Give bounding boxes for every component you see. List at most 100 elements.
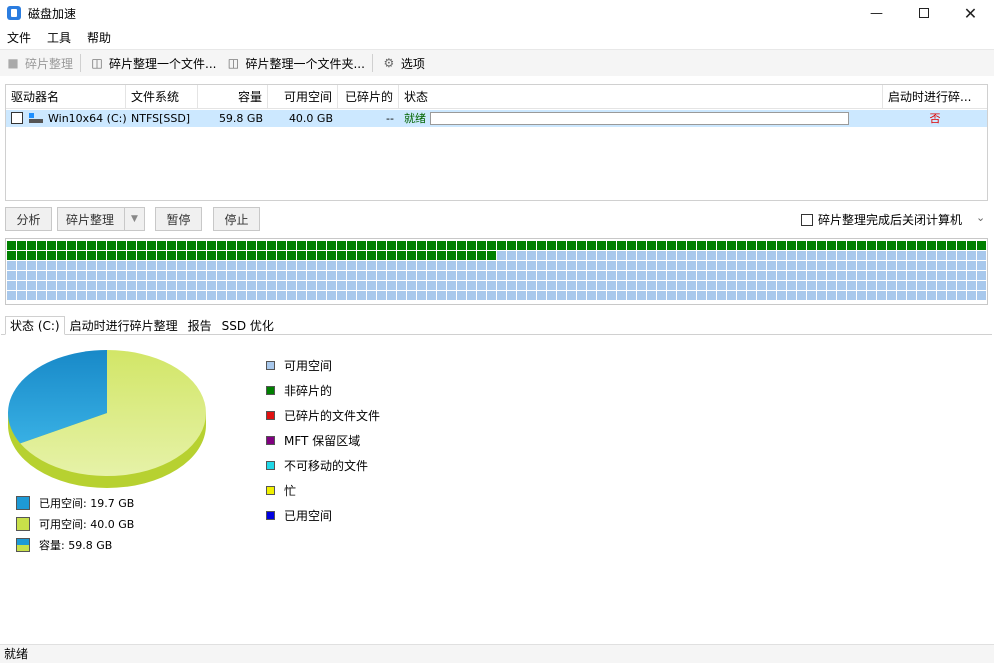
cluster-cell (387, 281, 396, 290)
tab-ssd-optimize[interactable]: SSD 优化 (217, 316, 279, 335)
cluster-cell (667, 261, 676, 270)
cluster-cell (227, 271, 236, 280)
cluster-cell (447, 241, 456, 250)
cluster-cell (917, 291, 926, 300)
toolbar-defrag-button[interactable]: ■ 碎片整理 (2, 52, 77, 74)
cluster-cell (847, 251, 856, 260)
cluster-cell (277, 271, 286, 280)
col-fragmented[interactable]: 已碎片的 (338, 85, 399, 109)
cluster-cell (477, 291, 486, 300)
shutdown-checkbox[interactable] (801, 213, 813, 226)
col-capacity[interactable]: 容量 (198, 85, 268, 109)
cluster-cell (407, 281, 416, 290)
legend-swatch (266, 486, 275, 495)
menu-file[interactable]: 文件 (0, 29, 38, 46)
cluster-cell (337, 271, 346, 280)
cluster-cell (447, 271, 456, 280)
cluster-cell (197, 271, 206, 280)
shutdown-label: 碎片整理完成后关闭计算机 (818, 213, 963, 227)
drive-checkbox[interactable] (11, 112, 23, 124)
minimize-button[interactable]: — (853, 0, 900, 26)
cluster-cell (377, 291, 386, 300)
cluster-cell (477, 271, 486, 280)
cluster-cell (317, 261, 326, 270)
cluster-cell (57, 271, 66, 280)
tab-report[interactable]: 报告 (183, 316, 217, 335)
cluster-cell (737, 251, 746, 260)
cluster-cell (877, 251, 886, 260)
legend-used-swatch (16, 495, 30, 510)
cluster-cell (647, 261, 656, 270)
cluster-cell (937, 251, 946, 260)
analyze-button[interactable]: 分析 (5, 207, 52, 231)
cluster-cell (657, 241, 666, 250)
col-status[interactable]: 状态 (399, 85, 883, 109)
col-boot-defrag[interactable]: 启动时进行碎... (883, 85, 987, 109)
toolbar-defrag-folder-button[interactable]: ◫ 碎片整理一个文件夹... (222, 52, 368, 74)
cluster-cell (87, 291, 96, 300)
defrag-split-button[interactable]: 碎片整理 ▼ (57, 207, 145, 231)
cluster-cell (187, 271, 196, 280)
cluster-cell (77, 251, 86, 260)
cluster-cell (157, 241, 166, 250)
cluster-cell (807, 241, 816, 250)
cluster-cell (357, 251, 366, 260)
stop-button[interactable]: 停止 (213, 207, 260, 231)
shutdown-option[interactable]: 碎片整理完成后关闭计算机 (801, 211, 962, 228)
tab-status[interactable]: 状态 (C:) (5, 316, 65, 335)
toolbar-separator (80, 54, 82, 72)
cluster-cell (787, 271, 796, 280)
cluster-cell (37, 251, 46, 260)
cluster-cell (247, 251, 256, 260)
cluster-cell (777, 281, 786, 290)
cluster-map (5, 238, 988, 305)
cluster-cell (337, 251, 346, 260)
menu-help[interactable]: 帮助 (80, 29, 118, 46)
cluster-cell (967, 291, 976, 300)
cluster-cell (287, 241, 296, 250)
cluster-cell (297, 241, 306, 250)
close-button[interactable]: ✕ (947, 0, 994, 26)
cluster-cell (867, 261, 876, 270)
toolbar-options-button[interactable]: ⚙ 选项 (378, 52, 429, 74)
cluster-cell (797, 271, 806, 280)
cluster-cell (507, 271, 516, 280)
menu-tools[interactable]: 工具 (40, 29, 78, 46)
cluster-cell (7, 291, 16, 300)
cluster-cell (177, 251, 186, 260)
status-bar-text: 就绪 (4, 647, 29, 661)
cluster-cell (287, 261, 296, 270)
cluster-cell (37, 271, 46, 280)
maximize-button[interactable] (900, 0, 947, 26)
cluster-cell (807, 291, 816, 300)
cluster-cell (857, 241, 866, 250)
cluster-cell (677, 241, 686, 250)
col-filesystem[interactable]: 文件系统 (126, 85, 198, 109)
pie-svg (7, 350, 206, 488)
cluster-cell (687, 291, 696, 300)
cluster-cell (967, 281, 976, 290)
col-free-space[interactable]: 可用空间 (268, 85, 338, 109)
col-drive-name[interactable]: 驱动器名 (6, 85, 126, 109)
cluster-cell (507, 281, 516, 290)
cluster-cell (507, 261, 516, 270)
cluster-cell (487, 291, 496, 300)
cluster-cell (407, 291, 416, 300)
chevron-down-icon[interactable]: ⌄ (976, 211, 985, 224)
cluster-cell (177, 291, 186, 300)
tab-boot-defrag[interactable]: 启动时进行碎片整理 (65, 316, 183, 335)
cluster-cell (47, 261, 56, 270)
dropdown-arrow-icon[interactable]: ▼ (124, 208, 144, 230)
cluster-cell (537, 271, 546, 280)
minimize-icon: — (870, 5, 883, 21)
pause-button[interactable]: 暂停 (155, 207, 202, 231)
drive-row[interactable]: Win10x64 (C:) NTFS[SSD] 59.8 GB 40.0 GB … (6, 110, 987, 127)
cluster-cell (527, 251, 536, 260)
cluster-cell (937, 271, 946, 280)
cluster-cell (447, 281, 456, 290)
cluster-cell (467, 241, 476, 250)
cluster-cell (657, 271, 666, 280)
cluster-cell (717, 251, 726, 260)
toolbar-defrag-file-button[interactable]: ◫ 碎片整理一个文件... (86, 52, 220, 74)
cluster-cell (367, 291, 376, 300)
